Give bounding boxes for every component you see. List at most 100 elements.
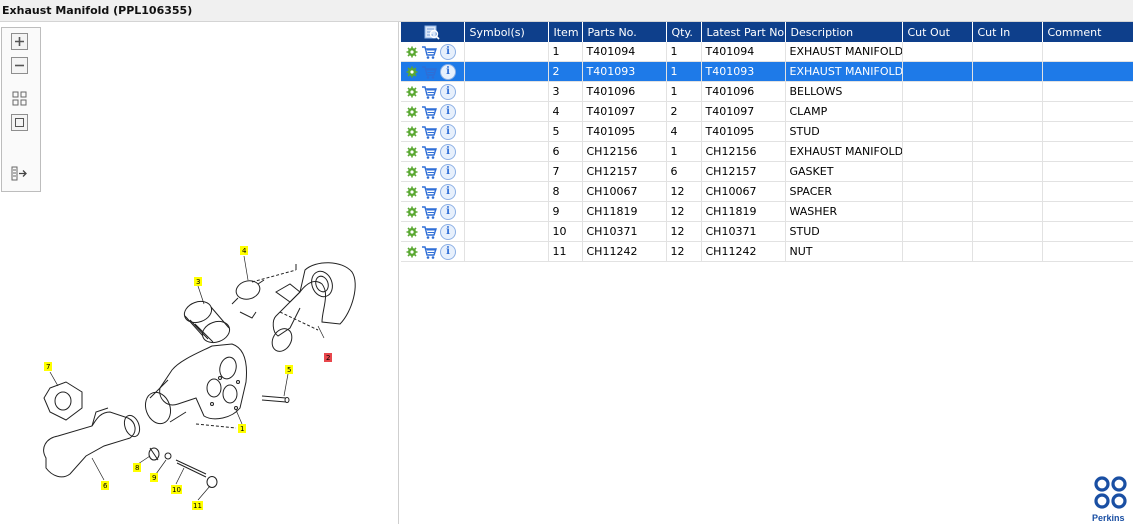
- zoom-in-button[interactable]: [11, 33, 28, 50]
- callout-2[interactable]: 2: [324, 353, 332, 362]
- table-row[interactable]: i 8 CH10067 12 CH10067 SPACER: [401, 181, 1133, 202]
- info-icon[interactable]: i: [440, 63, 456, 80]
- column-header-parts-no[interactable]: Parts No.: [582, 22, 667, 42]
- callout-6[interactable]: 6: [101, 481, 109, 490]
- cart-icon[interactable]: [421, 224, 437, 240]
- cut-out-cell: [902, 161, 973, 182]
- column-header-cut-out[interactable]: Cut Out: [902, 22, 973, 42]
- qty-cell: 12: [666, 241, 702, 262]
- row-actions: i: [401, 121, 465, 142]
- actual-size-button[interactable]: [11, 114, 28, 131]
- qty-cell: 12: [666, 201, 702, 222]
- gear-icon[interactable]: [406, 66, 418, 78]
- svg-text:5: 5: [287, 366, 291, 374]
- latest-part-no-cell: CH10067: [701, 181, 786, 202]
- callout-11[interactable]: 11: [192, 501, 203, 510]
- perkins-logo-icon: [1094, 476, 1127, 509]
- column-header-symbols[interactable]: Symbol(s): [464, 22, 549, 42]
- part-no-cell: CH12156: [582, 141, 667, 162]
- gear-icon[interactable]: [406, 126, 418, 138]
- diagram-callouts: 1 2 3 4 5 6 7 8 9 10 11: [44, 246, 332, 510]
- table-row[interactable]: i 6 CH12156 1 CH12156 EXHAUST MANIFOLD: [401, 141, 1133, 162]
- latest-part-no-cell: T401093: [701, 61, 786, 82]
- gear-icon[interactable]: [406, 46, 418, 58]
- cut-out-cell: [902, 141, 973, 162]
- gear-icon[interactable]: [406, 86, 418, 98]
- table-row[interactable]: i 4 T401097 2 T401097 CLAMP: [401, 101, 1133, 122]
- qty-cell: 6: [666, 161, 702, 182]
- symbols-cell: [464, 81, 549, 102]
- svg-text:6: 6: [103, 482, 108, 490]
- gear-icon[interactable]: [406, 206, 418, 218]
- info-icon[interactable]: i: [440, 203, 456, 220]
- cart-icon[interactable]: [421, 44, 437, 60]
- column-header-search[interactable]: [401, 22, 465, 42]
- info-icon[interactable]: i: [440, 123, 456, 140]
- info-icon[interactable]: i: [440, 183, 456, 200]
- comment-cell: [1042, 161, 1133, 182]
- table-row[interactable]: i 7 CH12157 6 CH12157 GASKET: [401, 161, 1133, 182]
- table-row[interactable]: i 11 CH11242 12 CH11242 NUT: [401, 241, 1133, 262]
- table-row[interactable]: i 3 T401096 1 T401096 BELLOWS: [401, 81, 1133, 102]
- cart-icon[interactable]: [421, 144, 437, 160]
- info-icon[interactable]: i: [440, 43, 456, 60]
- cut-out-cell: [902, 42, 973, 62]
- cut-out-cell: [902, 121, 973, 142]
- table-row[interactable]: i 5 T401095 4 T401095 STUD: [401, 121, 1133, 142]
- zoom-out-button[interactable]: [11, 57, 28, 74]
- comment-cell: [1042, 81, 1133, 102]
- callout-4[interactable]: 4: [240, 246, 248, 255]
- info-icon[interactable]: i: [440, 163, 456, 180]
- cart-icon[interactable]: [421, 204, 437, 220]
- callout-1[interactable]: 1: [238, 424, 246, 433]
- column-header-item[interactable]: Item: [548, 22, 583, 42]
- item-cell: 9: [548, 201, 583, 222]
- table-row[interactable]: i 10 CH10371 12 CH10371 STUD: [401, 221, 1133, 242]
- callout-10[interactable]: 10: [171, 485, 182, 494]
- cut-in-cell: [972, 141, 1043, 162]
- description-cell: EXHAUST MANIFOLD: [785, 141, 903, 162]
- table-row[interactable]: i 9 CH11819 12 CH11819 WASHER: [401, 201, 1133, 222]
- table-row[interactable]: i 1 T401094 1 T401094 EXHAUST MANIFOLD: [401, 42, 1133, 62]
- info-icon[interactable]: i: [440, 83, 456, 100]
- column-header-description[interactable]: Description: [785, 22, 903, 42]
- gear-icon[interactable]: [406, 246, 418, 258]
- callout-7[interactable]: 7: [44, 362, 52, 371]
- info-icon[interactable]: i: [440, 143, 456, 160]
- gear-icon[interactable]: [406, 226, 418, 238]
- column-header-latest-part-no[interactable]: Latest Part No.: [701, 22, 786, 42]
- callout-3[interactable]: 3: [194, 277, 202, 286]
- export-button[interactable]: [11, 165, 28, 182]
- diagram-drawing: [43, 262, 356, 488]
- column-header-comment[interactable]: Comment: [1042, 22, 1133, 42]
- cart-icon[interactable]: [421, 184, 437, 200]
- info-icon[interactable]: i: [440, 103, 456, 120]
- description-cell: GASKET: [785, 161, 903, 182]
- cart-icon[interactable]: [421, 244, 437, 260]
- cut-out-cell: [902, 61, 973, 82]
- gear-icon[interactable]: [406, 166, 418, 178]
- gear-icon[interactable]: [406, 146, 418, 158]
- description-cell: CLAMP: [785, 101, 903, 122]
- cart-icon[interactable]: [421, 124, 437, 140]
- callout-8[interactable]: 8: [133, 463, 141, 472]
- cart-icon[interactable]: [421, 104, 437, 120]
- info-icon[interactable]: i: [440, 243, 456, 260]
- table-row[interactable]: i 2 T401093 1 T401093 EXHAUST MANIFOLD: [401, 61, 1133, 82]
- gear-icon[interactable]: [406, 186, 418, 198]
- latest-part-no-cell: CH11242: [701, 241, 786, 262]
- cart-icon[interactable]: [421, 164, 437, 180]
- latest-part-no-cell: CH12156: [701, 141, 786, 162]
- fit-all-button[interactable]: [11, 90, 28, 107]
- callout-9[interactable]: 9: [150, 473, 158, 482]
- column-header-qty[interactable]: Qty.: [666, 22, 702, 42]
- cart-icon[interactable]: [421, 84, 437, 100]
- gear-icon[interactable]: [406, 106, 418, 118]
- info-icon[interactable]: i: [440, 223, 456, 240]
- item-cell: 4: [548, 101, 583, 122]
- cart-icon[interactable]: [421, 64, 437, 80]
- cut-in-cell: [972, 201, 1043, 222]
- callout-5[interactable]: 5: [285, 365, 293, 374]
- column-header-cut-in[interactable]: Cut In: [972, 22, 1043, 42]
- latest-part-no-cell: T401095: [701, 121, 786, 142]
